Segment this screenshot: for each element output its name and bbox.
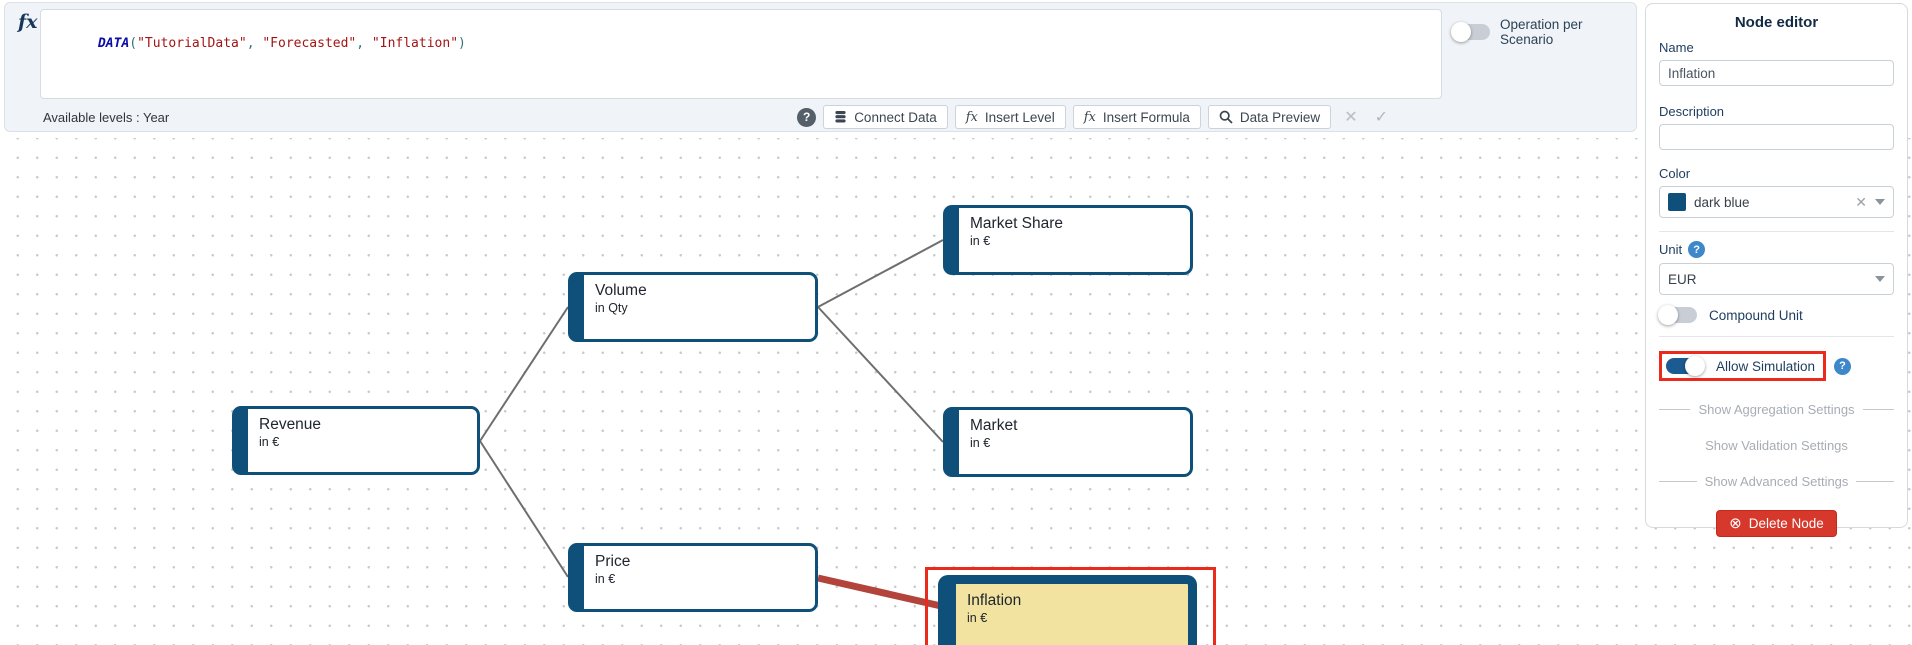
compound-unit-row: Compound Unit [1659,307,1894,323]
unit-help-icon[interactable]: ? [1688,241,1705,258]
divider [1659,336,1894,337]
operation-per-scenario-toggle[interactable] [1452,24,1490,40]
allow-simulation-row: Allow Simulation ? [1659,351,1894,381]
toolbar-buttons: ? Connect Data fx Insert Level [797,105,1388,129]
operation-per-scenario-label: Operation per Scenario [1500,17,1636,47]
toggle-knob [1658,305,1678,325]
dash-line [1863,409,1894,410]
unit-value: EUR [1668,272,1867,287]
dash-line [1856,481,1894,482]
node-revenue[interactable]: Revenue in € [232,406,480,475]
available-levels-text: Available levels : Year [43,110,169,125]
delete-row: ⊗ Delete Node [1659,510,1894,537]
link-label: Show Validation Settings [1705,438,1848,453]
dash-line [1659,481,1697,482]
compound-unit-toggle[interactable] [1659,307,1697,323]
operation-per-scenario-row: Operation per Scenario [1452,17,1636,47]
unit-label: Unit [1659,242,1682,257]
compound-unit-label: Compound Unit [1709,308,1803,323]
confirm-icon[interactable]: ✓ [1375,107,1388,127]
node-unit: in € [595,572,807,586]
panel-title: Node editor [1659,14,1894,31]
help-icon[interactable]: ? [797,108,816,127]
cancel-icon[interactable]: ✕ [1344,107,1357,127]
magnifier-icon [1219,110,1233,124]
name-field[interactable] [1659,60,1894,86]
chevron-down-icon[interactable] [1875,199,1885,205]
node-label: Inflation [967,592,1180,610]
clear-color-icon[interactable]: ✕ [1855,194,1867,211]
delete-circle-icon: ⊗ [1729,516,1742,531]
node-unit: in € [970,234,1182,248]
show-advanced-settings-link[interactable]: Show Advanced Settings [1659,474,1894,489]
connect-data-button[interactable]: Connect Data [823,105,948,129]
node-unit: in € [967,611,1180,625]
node-unit: in € [970,436,1182,450]
fx-icon: fx [966,110,978,125]
chevron-down-icon[interactable] [1875,276,1885,282]
color-swatch [1668,193,1686,211]
allow-simulation-help-icon[interactable]: ? [1834,358,1851,375]
database-icon [834,110,847,124]
data-preview-button[interactable]: Data Preview [1208,105,1331,129]
node-unit: in Qty [595,301,807,315]
button-label: Insert Level [985,110,1055,125]
delete-node-button[interactable]: ⊗ Delete Node [1716,510,1837,537]
node-label: Volume [595,282,807,300]
node-label: Market Share [970,215,1182,233]
insert-level-button[interactable]: fx Insert Level [955,105,1066,129]
node-market-share[interactable]: Market Share in € [943,205,1193,275]
formula-input[interactable]: DATA("TutorialData", "Forecasted", "Infl… [40,9,1442,99]
link-label: Show Aggregation Settings [1698,402,1854,417]
fx-icon: fx [1084,110,1096,125]
description-label: Description [1659,104,1894,119]
allow-simulation-highlight-outline: Allow Simulation [1659,351,1826,381]
button-label: Data Preview [1240,110,1320,125]
button-label: Insert Formula [1103,110,1190,125]
node-price[interactable]: Price in € [568,543,818,612]
description-field[interactable] [1659,124,1894,150]
divider [1659,231,1894,232]
node-label: Market [970,417,1182,435]
color-value: dark blue [1694,195,1847,210]
button-label: Connect Data [854,110,937,125]
fx-icon: fx [18,11,38,33]
show-validation-settings-link[interactable]: Show Validation Settings [1659,438,1894,453]
node-volume[interactable]: Volume in Qty [568,272,818,342]
color-label: Color [1659,166,1894,181]
dash-line [1659,409,1690,410]
toggle-knob [1451,22,1471,42]
delete-label: Delete Node [1749,516,1824,531]
app-window: Revenue in € Volume in Qty Market Share … [0,0,1912,645]
node-market[interactable]: Market in € [943,407,1193,477]
formula-bar: fx DATA("TutorialData", "Forecasted", "I… [4,2,1637,132]
insert-formula-button[interactable]: fx Insert Formula [1073,105,1201,129]
node-label: Revenue [259,416,469,434]
node-editor-panel: Node editor Name Description Color dark … [1645,3,1908,528]
allow-simulation-toggle[interactable] [1666,358,1704,374]
color-select[interactable]: dark blue ✕ [1659,186,1894,218]
node-unit: in € [259,435,469,449]
name-label: Name [1659,40,1894,55]
show-aggregation-settings-link[interactable]: Show Aggregation Settings [1659,402,1894,417]
toggle-knob [1685,356,1705,376]
node-inflation-selected[interactable]: Inflation in € [938,575,1197,645]
formula-toolbar: Available levels : Year ? Connect Data f… [5,102,1636,132]
link-label: Show Advanced Settings [1705,474,1849,489]
formula-code: DATA("TutorialData", "Forecasted", "Infl… [98,36,466,51]
node-label: Price [595,553,807,571]
allow-simulation-label: Allow Simulation [1716,359,1815,374]
unit-select[interactable]: EUR [1659,263,1894,295]
unit-label-row: Unit ? [1659,241,1894,258]
